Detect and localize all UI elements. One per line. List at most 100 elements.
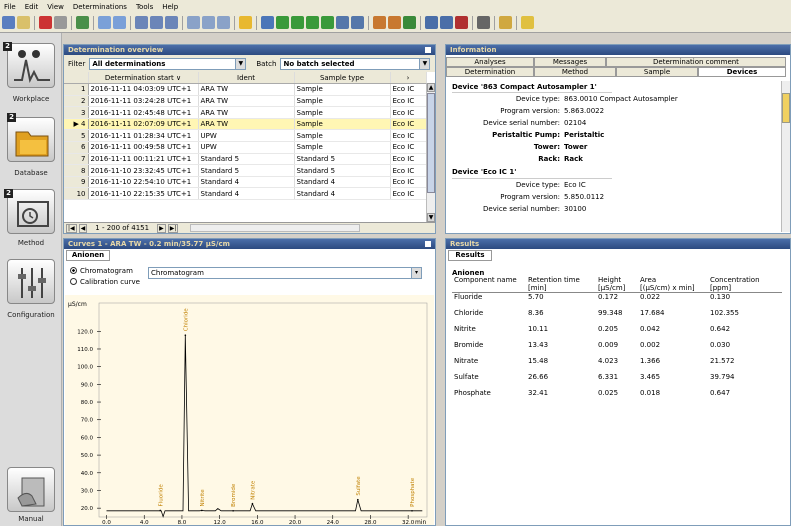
search-icon[interactable]: [261, 16, 274, 29]
edit-icon[interactable]: [76, 16, 89, 29]
table-row[interactable]: Fluoride 5.70 0.172 0.022 0.130: [452, 293, 782, 309]
export-icon[interactable]: [336, 16, 349, 29]
table-row[interactable]: Nitrate 15.48 4.023 1.366 21.572: [452, 357, 782, 373]
table-icon[interactable]: [135, 16, 148, 29]
table-row[interactable]: 6 2016-11-11 00:49:58 UTC+1 UPW Sample Eco I…: [64, 141, 427, 154]
table-row[interactable]: 2 2016-11-11 03:24:28 UTC+1 ARA TW Sample Ec…: [64, 95, 427, 108]
next-page-icon[interactable]: ▶: [157, 223, 166, 233]
tab-sample[interactable]: Sample: [616, 67, 698, 77]
radio-empty-icon: [70, 278, 77, 285]
table-row[interactable]: ▶ 4 2016-11-11 02:07:09 UTC+1 ARA TW Sample…: [64, 118, 427, 131]
col-header-ident[interactable]: Ident: [198, 72, 295, 85]
folder-icon[interactable]: [239, 16, 252, 29]
menu-edit[interactable]: Edit: [25, 3, 39, 11]
import-icon[interactable]: [351, 16, 364, 29]
rows-icon[interactable]: [202, 16, 215, 29]
tab-determination[interactable]: Determination: [446, 67, 534, 77]
col-header-start[interactable]: Determination start ∨: [88, 72, 199, 85]
chevron-down-icon[interactable]: ▾: [411, 268, 421, 278]
first-page-icon[interactable]: |◀: [66, 223, 77, 233]
curve-type-select[interactable]: Chromatogram ▾: [148, 267, 422, 279]
table-row[interactable]: 8 2016-11-10 23:32:45 UTC+1 Standard 5 Stan…: [64, 164, 427, 177]
tower-label: Tower:: [533, 143, 560, 151]
menu-view[interactable]: View: [47, 3, 64, 11]
table-row[interactable]: Bromide 13.43 0.009 0.002 0.030: [452, 341, 782, 357]
table-row[interactable]: 3 2016-11-11 02:45:48 UTC+1 ARA TW Sample Ec…: [64, 106, 427, 119]
layout-icon[interactable]: [440, 16, 453, 29]
scroll-thumb[interactable]: [782, 93, 790, 123]
table-row[interactable]: 7 2016-11-11 00:11:21 UTC+1 Standard 5 Stan…: [64, 153, 427, 166]
last-page-icon[interactable]: ▶|: [167, 223, 179, 233]
report-icon[interactable]: [165, 16, 178, 29]
nav-method[interactable]: 2 Method: [0, 185, 62, 247]
col-header-extra[interactable]: ›: [390, 72, 427, 85]
table-row[interactable]: Nitrite 10.11 0.205 0.042 0.642: [452, 325, 782, 341]
menu-determinations[interactable]: Determinations: [73, 3, 127, 11]
col-header-start-text: Determination start: [104, 73, 174, 82]
scroll-up-icon[interactable]: ▲: [427, 83, 435, 92]
nav-manual[interactable]: Manual: [0, 463, 62, 526]
table-row[interactable]: 5 2016-11-11 01:28:34 UTC+1 UPW Sample Eco I…: [64, 129, 427, 143]
tab-messages[interactable]: Messages: [534, 57, 606, 67]
info-vscrollbar[interactable]: [781, 81, 790, 232]
note-icon[interactable]: [499, 16, 512, 29]
device-2-type-row: Device type: Eco IC: [452, 179, 778, 191]
tab-method[interactable]: Method: [534, 67, 616, 77]
chevron-down-icon[interactable]: ▼: [419, 58, 430, 69]
tab-results[interactable]: Results: [448, 250, 492, 261]
batch-select[interactable]: No batch selected ▼: [280, 57, 431, 70]
table-row[interactable]: 9 2016-11-10 22:54:10 UTC+1 Standard 4 Stan…: [64, 176, 427, 189]
nav-workplace[interactable]: 2 Workplace: [0, 39, 62, 103]
help-icon[interactable]: [521, 16, 534, 29]
maximize-icon[interactable]: [425, 241, 431, 247]
y-tick-label: 80.0: [81, 400, 94, 406]
grid-icon[interactable]: [150, 16, 163, 29]
maximize-icon[interactable]: [425, 47, 431, 53]
table-row[interactable]: Sulfate 26.66 6.331 3.465 39.794: [452, 373, 782, 389]
save-icon[interactable]: [17, 16, 30, 29]
tab-anionen[interactable]: Anionen: [66, 250, 110, 261]
cell-concentration: 0.647: [710, 388, 731, 397]
chart-icon[interactable]: [373, 16, 386, 29]
nav-configuration[interactable]: Configuration: [0, 257, 62, 323]
columns-icon[interactable]: [187, 16, 200, 29]
filter-icon[interactable]: [276, 16, 289, 29]
copy-icon[interactable]: [54, 16, 67, 29]
table-row[interactable]: 10 2016-11-10 22:15:35 UTC+1 Standard 4 Sta…: [64, 187, 427, 201]
menu-help[interactable]: Help: [162, 3, 178, 11]
sign-icon[interactable]: [455, 16, 468, 29]
prev-page-icon[interactable]: ◀: [78, 223, 88, 233]
chromatogram-chart[interactable]: µS/cm min 20.0 30.0 40.0 50.0 60.0 70.0 80.0 90.0…: [65, 295, 434, 525]
arrow-up-icon[interactable]: [98, 16, 111, 29]
scroll-down-icon[interactable]: ▼: [427, 213, 435, 222]
table-hscrollbar[interactable]: [190, 224, 361, 232]
print-icon[interactable]: [39, 16, 52, 29]
table-row[interactable]: Chloride 8.36 99.348 17.684 102.355: [452, 309, 782, 325]
arrow-down-icon[interactable]: [113, 16, 126, 29]
menu-tools[interactable]: Tools: [136, 3, 153, 11]
results-table-body: Fluoride 5.70 0.172 0.022 0.130 Chloride 8.36 9…: [452, 293, 782, 405]
tab-determination-comment[interactable]: Determination comment: [606, 57, 786, 67]
window-icon[interactable]: [425, 16, 438, 29]
table-vscrollbar[interactable]: ▲ ▼: [426, 83, 435, 222]
filter-select[interactable]: All determinations ▼: [89, 57, 247, 70]
col-header-sample-type[interactable]: Sample type: [294, 72, 391, 85]
filter-add-icon[interactable]: [291, 16, 304, 29]
table-row[interactable]: Phosphate 32.41 0.025 0.018 0.647: [452, 389, 782, 405]
recalc-icon[interactable]: [388, 16, 401, 29]
menu-file[interactable]: File: [4, 3, 16, 11]
scroll-thumb[interactable]: [427, 93, 435, 193]
filter-edit-icon[interactable]: [306, 16, 319, 29]
filter-remove-icon[interactable]: [321, 16, 334, 29]
table-row[interactable]: 1 2016-11-11 04:03:09 UTC+1 ARA TW Sample Ec…: [64, 83, 427, 96]
nav-database[interactable]: 2 Database: [0, 109, 62, 179]
results-table: Component name Retention time [min] Heigh…: [452, 276, 782, 405]
open-icon[interactable]: [2, 16, 15, 29]
tab-devices[interactable]: Devices: [698, 67, 786, 77]
tab-analyses[interactable]: Analyses: [446, 57, 534, 67]
cell-area: 0.042: [640, 324, 661, 333]
delete-icon[interactable]: [477, 16, 490, 29]
chevron-down-icon[interactable]: ▼: [235, 58, 246, 69]
list-icon[interactable]: [217, 16, 230, 29]
home-icon[interactable]: [403, 16, 416, 29]
